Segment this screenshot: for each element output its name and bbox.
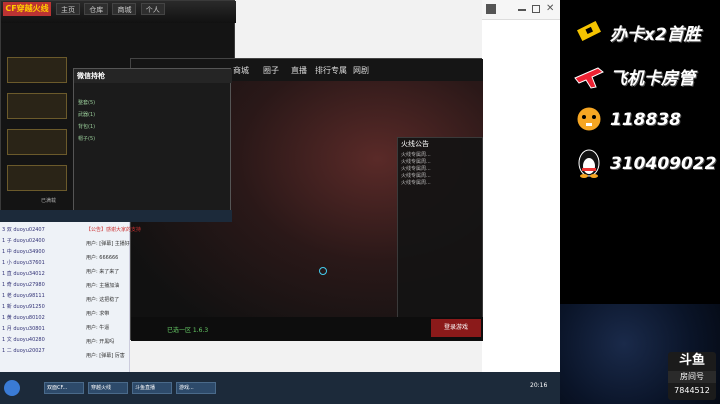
overlay-row[interactable]: 背包(1) [78,123,228,132]
announcement-panel: 火线公告 火线专属周... 火线专属周... 火线专属周... 火线专属周...… [397,137,483,327]
announcement-line: 火线专属周... [401,152,431,158]
chat-message: 用户: [弹幕] 主播好 [86,241,130,247]
chat-message: 用户: 来了来了 [86,269,120,275]
douyu-room-badge: 斗鱼 房间号 7844512 [668,352,716,400]
home-icon[interactable] [486,4,496,14]
chat-message: 用户: 666666 [86,255,119,261]
chat-message: 用户: 这把稳了 [86,297,120,303]
room-label: 房间号 [668,371,716,383]
ticket-icon [574,18,604,44]
tab-shop[interactable]: 商城 [112,3,137,15]
chat-message: 用户: 开黑吗 [86,339,115,345]
weapon-slot-grenade[interactable] [7,165,67,191]
nav-circle[interactable]: 圈子 [263,65,279,76]
taskbar-clock: 20:16 [530,382,548,389]
plane-icon [574,67,604,89]
overlay-tool-window: 微信持枪 整套(5) 武器(1) 背包(1) 帽子(5) [73,68,232,218]
close-icon[interactable]: ✕ [546,3,554,14]
game-tabs: 主页 仓库 商城 个人 [56,3,167,15]
browser-toolbar: ✕ [482,0,560,20]
game-logo: CF穿越火线 [3,2,51,16]
nav-drama[interactable]: 网剧 [353,65,369,76]
windows-taskbar: 双面CF... 穿越火线 斗鱼直播 游戏... 20:16 [0,372,560,404]
overlay-row[interactable]: 帽子(5) [78,135,228,144]
storage-status: 已满载 [41,198,57,204]
announcement-title: 火线公告 [401,140,429,148]
weapon-slot-rifle[interactable] [7,57,67,83]
taskbar-item[interactable]: 双面CF... [44,382,84,394]
announcement-line: 火线专属周... [401,173,431,179]
overlay-logo: 微信持枪 [77,72,105,80]
chat-message: 用户: [弹幕] 厉害 [86,353,125,359]
promo-line-room: 118838 [610,110,681,130]
overlay-row[interactable]: 整套(5) [78,99,228,108]
tab-storage[interactable]: 仓库 [84,3,109,15]
promo-line-card: 办卡x2首胜 [610,25,701,45]
chat-message: 用户: 求带 [86,311,110,317]
tab-profile[interactable]: 个人 [140,3,165,15]
minimize-icon[interactable] [518,9,526,11]
taskbar-item[interactable]: 斗鱼直播 [132,382,172,394]
nav-live[interactable]: 直播 [291,65,307,76]
nav-ranking[interactable]: 排行专属 [315,65,347,76]
taskbar-item[interactable]: 穿越火线 [88,382,128,394]
douyu-logo: 斗鱼 [678,353,705,368]
room-number: 7844512 [674,386,710,395]
overlay-row[interactable]: 武器(1) [78,111,228,120]
chat-message: 用户: 牛逼 [86,325,110,331]
promo-line-qq: 310409022 [610,154,717,174]
chat-message: 【公告】感谢大家的支持 [86,227,142,233]
promo-line-plane: 飞机卡房管 [610,69,695,89]
maximize-icon[interactable] [532,5,540,13]
start-icon[interactable] [4,380,20,396]
announcement-line: 火线专属周... [401,159,431,165]
announcement-line: 火线专属周... [401,180,431,186]
qq-penguin-icon [578,149,600,178]
stream-frame: ✕ CF穿越火线 主页 仓库 商城 个人 已满载 商城 圈子 直播 排行专属 网… [0,0,720,404]
tiger-icon [576,106,602,132]
announcement-line: 火线专属周... [401,166,431,172]
taskbar-item[interactable]: 游戏... [176,382,216,394]
weapon-slot-pistol[interactable] [7,93,67,119]
login-game-button[interactable]: 登录游戏 [431,319,481,337]
overlay-titlebar: 微信持枪 [74,69,232,83]
nav-shop[interactable]: 商城 [233,65,249,76]
inner-taskbar [0,210,232,222]
tab-home[interactable]: 主页 [56,3,80,15]
browser-window [482,0,560,404]
weapon-slot-knife[interactable] [7,129,67,155]
chat-message: 用户: 主播加油 [86,283,120,289]
game-titlebar: CF穿越火线 主页 仓库 商城 个人 [1,1,236,23]
